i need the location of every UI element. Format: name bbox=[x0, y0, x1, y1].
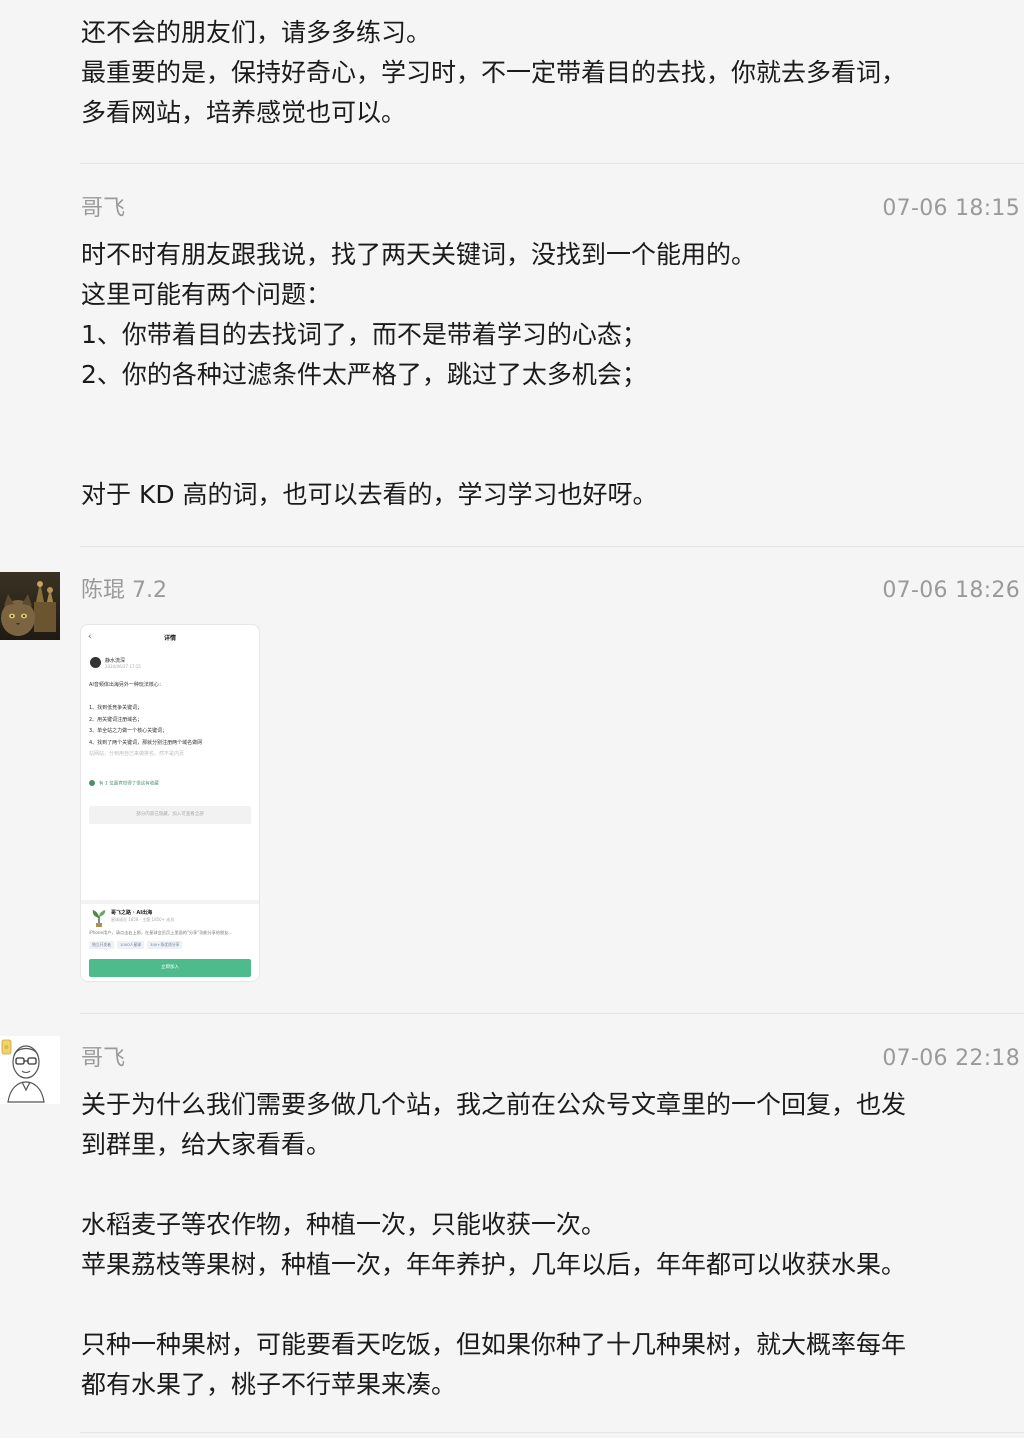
group-tag: 独立开发者 bbox=[89, 941, 114, 949]
plant-icon bbox=[92, 910, 106, 927]
message-line: 还不会的朋友们，请多多练习。 bbox=[81, 18, 432, 47]
group-tag: 1000人星球 bbox=[116, 941, 145, 949]
attachment-line: 站网站，分到用自己来做排名，然不是内页 bbox=[89, 751, 185, 757]
message-line: 2、你的各种过滤条件太严格了，跳过了太多机会； bbox=[81, 360, 647, 389]
like-icon bbox=[89, 780, 95, 786]
attachment-header: 详情 bbox=[163, 635, 176, 642]
message-line: 关于为什么我们需要多做几个站，我之前在公众号文章里的一个回复，也发 bbox=[81, 1090, 907, 1119]
sender-name[interactable]: 陈琨 7.2 bbox=[81, 576, 167, 606]
attachment-body: AI音频体出海另外一种玩法核心： 1、找到低竞争关键词； 2、用关键词注册域名；… bbox=[89, 680, 253, 761]
message-timestamp: 07-06 18:15 bbox=[882, 196, 1020, 221]
group-tags: 独立开发者 1000人星球 300+条优质分享 bbox=[89, 941, 185, 949]
attachment-separator bbox=[81, 900, 259, 904]
hidden-content-note: 部分内容已隐藏，加入可查看全部 bbox=[89, 806, 251, 824]
message-divider bbox=[80, 1432, 1024, 1433]
cartoon-face-avatar-icon[interactable] bbox=[0, 1036, 60, 1104]
message-line: 多看网站，培养感觉也可以。 bbox=[81, 98, 407, 127]
message-divider bbox=[80, 163, 1024, 164]
attachment-author: 静水流深 bbox=[105, 658, 126, 664]
attachment-line: 2、用关键词注册域名； bbox=[89, 716, 143, 723]
message-line: 时不时有朋友跟我说，找了两天关键词，没找到一个能用的。 bbox=[81, 240, 757, 269]
image-attachment[interactable]: ‹ 详情 静水流深 2024/06/27 17:15 AI音频体出海另外一种玩法… bbox=[80, 624, 260, 982]
message-line: 都有水果了，桃子不行苹果来凑。 bbox=[81, 1370, 457, 1399]
message-blank-line bbox=[81, 395, 1016, 435]
attachment-line: 4、找到了两个关键词，那就分别注册两个域名做网 bbox=[89, 739, 203, 746]
message-line: 水稻麦子等农作物，种植一次，只能收获一次。 bbox=[81, 1210, 607, 1239]
message-timestamp: 07-06 18:26 bbox=[882, 578, 1020, 603]
message-blank-line bbox=[81, 435, 1016, 475]
message-line: 最重要的是，保持好奇心，学习时，不一定带着目的去找，你就去多看词， bbox=[81, 58, 907, 87]
message-timestamp: 07-06 22:18 bbox=[882, 1046, 1020, 1071]
message-text[interactable]: 时不时有朋友跟我说，找了两天关键词，没找到一个能用的。 这里可能有两个问题： 1… bbox=[81, 235, 1016, 515]
join-button: 立即加入 bbox=[89, 959, 251, 977]
message-divider bbox=[80, 1013, 1024, 1014]
likes-text: 有 1 位嘉宾觉得了很这有收藏 bbox=[99, 781, 159, 787]
message-line: 这里可能有两个问题： bbox=[81, 280, 332, 309]
attachment-line: AI音频体出海另外一种玩法核心： bbox=[89, 682, 164, 688]
message-blank-line bbox=[81, 1285, 1016, 1325]
sender-name[interactable]: 哥飞 bbox=[81, 1044, 125, 1074]
message-divider bbox=[80, 546, 1024, 547]
attachment-line: 1、找到低竞争关键词； bbox=[89, 705, 143, 711]
sender-name[interactable]: 哥飞 bbox=[81, 194, 125, 224]
message-text[interactable]: 关于为什么我们需要多做几个站，我之前在公众号文章里的一个回复，也发 到群里，给大… bbox=[81, 1085, 1016, 1405]
attachment-line: 3、单全站之力做一个核心关键词； bbox=[89, 728, 168, 734]
group-tag: 300+条优质分享 bbox=[147, 941, 183, 949]
message-blank-line bbox=[81, 1165, 1016, 1205]
message-line: 苹果荔枝等果树，种植一次，年年养护，几年以后，年年都可以收获水果。 bbox=[81, 1250, 907, 1279]
author-avatar bbox=[90, 657, 101, 668]
message-line: 1、你带着目的去找词了，而不是带着学习的心态； bbox=[81, 320, 647, 349]
group-name: 哥飞之路 · AI出海 bbox=[111, 910, 153, 916]
message-line: 到群里，给大家看看。 bbox=[81, 1130, 332, 1159]
group-description: iPhone用户，请点击右上角，在星球会员页上里面的"分享"功能分享给朋友... bbox=[89, 930, 233, 935]
attachment-likes: 有 1 位嘉宾觉得了很这有收藏 bbox=[89, 780, 159, 787]
message-text: 还不会的朋友们，请多多练习。 最重要的是，保持好奇心，学习时，不一定带着目的去找… bbox=[81, 13, 1016, 133]
cat-avatar-icon[interactable] bbox=[0, 572, 60, 640]
group-meta: 星球成员 1858 · 主题 1850+ 成员 bbox=[111, 917, 175, 922]
chat-feed: 还不会的朋友们，请多多练习。 最重要的是，保持好奇心，学习时，不一定带着目的去找… bbox=[0, 0, 1024, 1438]
attachment-date: 2024/06/27 17:15 bbox=[105, 664, 141, 669]
attachment-line bbox=[89, 692, 253, 704]
message-line: 对于 KD 高的词，也可以去看的，学习学习也好呀。 bbox=[81, 480, 658, 509]
message-line: 只种一种果树，可能要看天吃饭，但如果你种了十几种果树，就大概率每年 bbox=[81, 1330, 907, 1359]
